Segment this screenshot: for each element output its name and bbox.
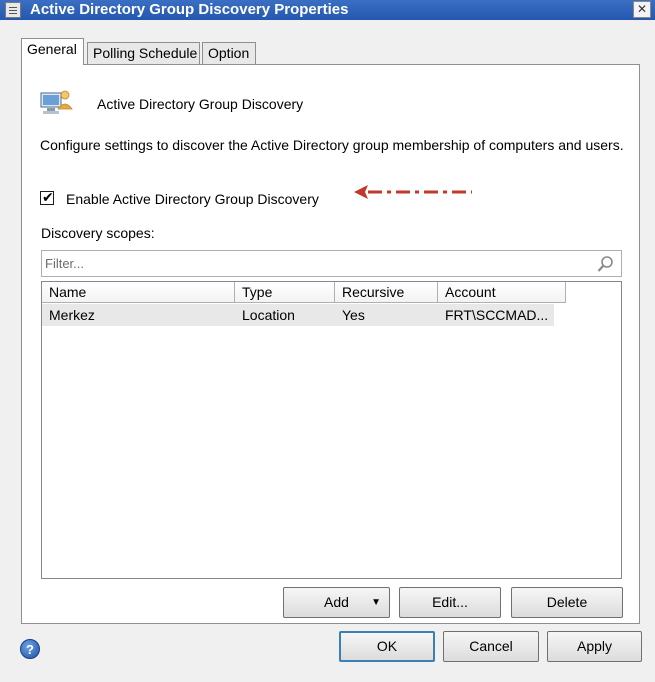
filter-input[interactable] bbox=[45, 254, 585, 273]
ok-button[interactable]: OK bbox=[339, 631, 435, 662]
filter-box[interactable] bbox=[41, 250, 622, 277]
description-text: Configure settings to discover the Activ… bbox=[40, 137, 624, 153]
title-bar[interactable]: Active Directory Group Discovery Propert… bbox=[0, 0, 655, 20]
column-header-recursive[interactable]: Recursive bbox=[335, 282, 438, 303]
divider bbox=[39, 172, 623, 173]
cell-name: Merkez bbox=[49, 307, 95, 323]
dropdown-arrow-icon[interactable]: ▼ bbox=[371, 588, 381, 617]
column-header-type[interactable]: Type bbox=[235, 282, 335, 303]
cell-recursive: Yes bbox=[342, 307, 365, 323]
dialog-window: General Polling Schedule Option Active D… bbox=[0, 20, 655, 682]
checkmark-icon: ✔ bbox=[42, 189, 54, 205]
computer-users-icon bbox=[40, 90, 73, 114]
edit-button[interactable]: Edit... bbox=[399, 587, 501, 618]
tab-general[interactable]: General bbox=[21, 38, 84, 65]
enable-discovery-label[interactable]: Enable Active Directory Group Discovery bbox=[66, 191, 319, 207]
cell-type: Location bbox=[242, 307, 295, 323]
table-row[interactable]: Merkez Location Yes FRT\SCCMAD... bbox=[42, 304, 554, 326]
column-header-name[interactable]: Name bbox=[42, 282, 235, 303]
help-icon[interactable]: ? bbox=[20, 639, 40, 659]
discovery-scopes-list[interactable]: Name Type Recursive Account Merkez Locat… bbox=[41, 281, 622, 579]
divider bbox=[39, 129, 623, 130]
red-dash-dot-arrow-icon bbox=[354, 185, 472, 199]
search-icon[interactable] bbox=[597, 255, 615, 273]
delete-button[interactable]: Delete bbox=[511, 587, 623, 618]
general-tab-panel: Active Directory Group Discovery Configu… bbox=[21, 64, 640, 624]
properties-icon bbox=[5, 2, 21, 18]
divider bbox=[39, 215, 623, 216]
enable-discovery-checkbox[interactable]: ✔ bbox=[40, 189, 54, 205]
column-header-account[interactable]: Account bbox=[438, 282, 566, 303]
add-button[interactable]: Add ▼ bbox=[283, 587, 390, 618]
tab-polling-schedule[interactable]: Polling Schedule bbox=[87, 42, 200, 64]
header-title: Active Directory Group Discovery bbox=[97, 96, 304, 112]
close-button[interactable]: ✕ bbox=[633, 1, 651, 18]
tab-option[interactable]: Option bbox=[202, 42, 256, 64]
window-title: Active Directory Group Discovery Propert… bbox=[30, 1, 349, 18]
discovery-scopes-label: Discovery scopes: bbox=[41, 225, 155, 241]
cancel-button[interactable]: Cancel bbox=[443, 631, 539, 662]
add-button-label: Add bbox=[324, 594, 349, 610]
apply-button[interactable]: Apply bbox=[547, 631, 642, 662]
cell-account: FRT\SCCMAD... bbox=[445, 307, 549, 323]
